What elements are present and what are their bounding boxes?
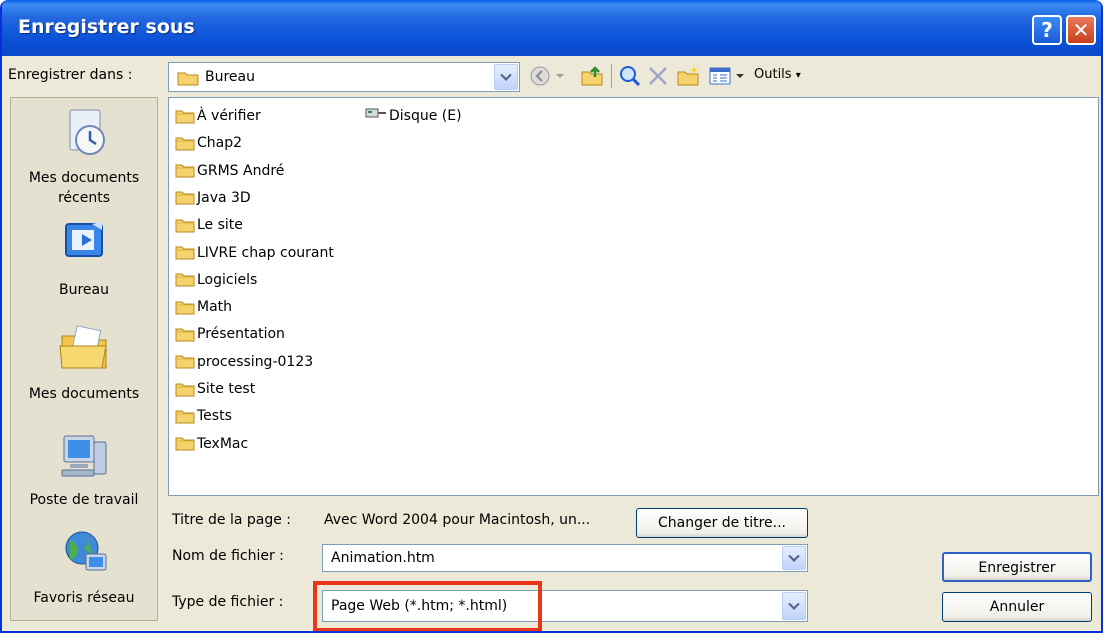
place-desktop[interactable]: Bureau	[11, 218, 157, 300]
place-label: Bureau	[59, 282, 109, 298]
back-icon[interactable]	[528, 64, 552, 88]
chevron-down-icon[interactable]	[782, 592, 806, 620]
network-places-icon	[11, 526, 157, 584]
list-item[interactable]: Math	[175, 295, 232, 319]
back-dropdown-icon[interactable]	[554, 64, 566, 88]
file-name: Java 3D	[197, 189, 251, 206]
list-item[interactable]: Disque (E)	[365, 104, 462, 128]
folder-icon	[175, 327, 195, 342]
list-item[interactable]: À vérifier	[175, 104, 261, 128]
close-button[interactable]: ✕	[1066, 15, 1096, 45]
list-item[interactable]: LIVRE chap courant	[175, 241, 334, 265]
folder-icon	[175, 245, 195, 260]
list-item[interactable]: Logiciels	[175, 268, 257, 292]
cancel-button[interactable]: Annuler	[942, 592, 1092, 622]
change-title-button[interactable]: Changer de titre...	[636, 508, 808, 538]
title-bar[interactable]: Enregistrer sous ? ✕	[2, 0, 1101, 56]
chevron-down-icon[interactable]	[494, 64, 518, 90]
folder-icon	[177, 70, 199, 90]
list-item[interactable]: Java 3D	[175, 186, 251, 210]
page-title-value: Avec Word 2004 pour Macintosh, un...	[324, 512, 591, 528]
views-icon[interactable]	[708, 64, 732, 88]
views-dropdown-icon[interactable]	[734, 64, 746, 88]
network-drive-icon	[365, 104, 387, 128]
window-title: Enregistrer sous	[18, 16, 195, 38]
file-name: Le site	[197, 217, 243, 234]
file-name: Math	[197, 299, 233, 316]
list-item[interactable]: processing-0123	[175, 350, 313, 374]
file-name: À vérifier	[197, 108, 261, 124]
list-item[interactable]: Le site	[175, 213, 243, 237]
toolbar-separator	[611, 64, 612, 88]
list-item[interactable]: Tests	[175, 404, 232, 428]
folder-icon	[175, 382, 195, 397]
page-title-label: Titre de la page :	[172, 512, 292, 528]
place-my-computer[interactable]: Poste de travail	[11, 428, 157, 510]
list-item[interactable]: Site test	[175, 377, 255, 401]
save-button[interactable]: Enregistrer	[942, 552, 1092, 582]
search-web-icon[interactable]	[618, 64, 642, 88]
chevron-down-icon: ▾	[795, 70, 801, 81]
chevron-down-icon[interactable]	[782, 546, 806, 570]
file-name: Tests	[197, 408, 232, 425]
file-name: processing-0123	[197, 353, 314, 370]
lookin-label: Enregistrer dans :	[8, 67, 133, 83]
file-name: LIVRE chap courant	[197, 244, 334, 261]
place-network-places[interactable]: Favoris réseau	[11, 526, 157, 608]
folder-icon	[175, 190, 195, 205]
delete-icon[interactable]	[646, 64, 670, 88]
file-name: TexMac	[197, 435, 249, 452]
new-folder-icon[interactable]	[676, 64, 700, 88]
list-item[interactable]: Présentation	[175, 322, 285, 346]
folder-icon	[175, 300, 195, 315]
folder-icon	[175, 436, 195, 451]
filetype-label: Type de fichier :	[172, 594, 284, 610]
file-name: Chap2	[197, 135, 243, 152]
folder-icon	[175, 354, 195, 369]
folder-icon	[175, 136, 195, 151]
file-name: GRMS André	[197, 162, 285, 179]
my-computer-icon	[11, 428, 157, 486]
up-folder-icon[interactable]	[580, 64, 604, 88]
list-item[interactable]: TexMac	[175, 432, 248, 456]
tools-menu[interactable]: Outils ▾	[754, 67, 801, 82]
place-my-documents[interactable]: Mes documents	[11, 322, 157, 404]
lookin-value: Bureau	[205, 69, 255, 85]
filename-input[interactable]: Animation.htm	[322, 544, 808, 572]
places-bar-panel: Mes documents récents Bureau Mes documen…	[10, 97, 158, 621]
list-item[interactable]: Chap2	[175, 131, 242, 155]
file-name: Logiciels	[197, 271, 258, 288]
highlight-box	[313, 581, 542, 631]
my-documents-icon	[11, 322, 157, 380]
filename-label: Nom de fichier :	[172, 548, 284, 564]
place-label: Mes documents	[28, 170, 140, 186]
place-label: Mes documents	[28, 386, 140, 402]
folder-icon	[175, 272, 195, 287]
file-name: Site test	[197, 381, 256, 397]
folder-icon	[175, 409, 195, 424]
place-label: récents	[57, 190, 111, 206]
filename-value: Animation.htm	[331, 550, 435, 566]
file-name: Disque (E)	[389, 108, 462, 124]
list-item[interactable]: GRMS André	[175, 159, 284, 183]
help-button[interactable]: ?	[1032, 15, 1062, 45]
folder-icon	[175, 218, 195, 233]
place-recent-documents[interactable]: Mes documents récents	[11, 106, 157, 208]
place-label: Poste de travail	[29, 492, 139, 508]
folder-icon	[175, 109, 195, 124]
save-as-dialog: Enregistrer sous ? ✕ Enregistrer dans : …	[0, 0, 1103, 633]
recent-documents-icon	[11, 106, 157, 164]
file-name: Présentation	[197, 326, 285, 343]
file-list[interactable]: À vérifier Chap2 GRMS André Java 3D Le site L…	[168, 97, 1099, 496]
folder-icon	[175, 163, 195, 178]
place-label: Favoris réseau	[33, 590, 135, 606]
lookin-combo[interactable]: Bureau	[168, 62, 520, 92]
desktop-icon	[11, 218, 157, 276]
